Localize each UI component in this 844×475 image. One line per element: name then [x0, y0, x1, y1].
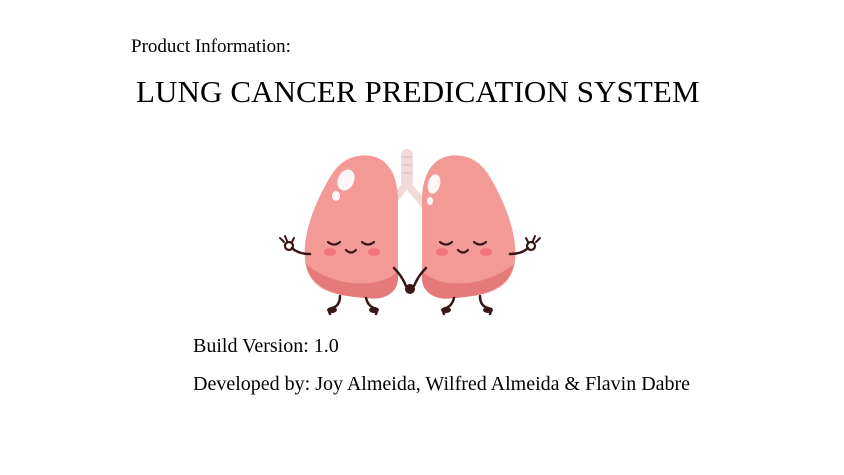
build-version-text: Build Version: 1.0 — [193, 335, 339, 357]
holding-hands — [392, 266, 428, 294]
section-label: Product Information: — [131, 36, 291, 57]
app-title: LUNG CANCER PREDICATION SYSTEM — [136, 74, 700, 109]
right-lung — [422, 155, 541, 316]
product-info-window: Product Information: LUNG CANCER PREDICA… — [0, 0, 844, 475]
developed-by-text: Developed by: Joy Almeida, Wilfred Almei… — [193, 373, 691, 395]
smiling-lungs-icon — [270, 146, 550, 318]
left-lung — [279, 155, 398, 316]
